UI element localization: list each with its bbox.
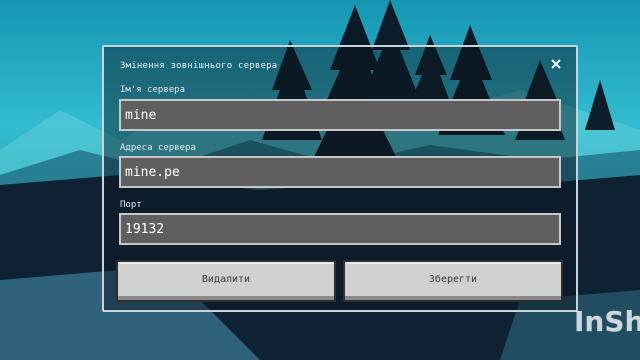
save-button[interactable]: Зберегти [343, 260, 563, 302]
server-address-label: Адреса сервера [120, 143, 196, 153]
port-label: Порт [120, 200, 142, 210]
port-input[interactable]: 19132 [119, 213, 561, 245]
close-icon[interactable] [550, 58, 562, 70]
delete-button[interactable]: Видалити [116, 260, 336, 302]
dialog-title: Змінення зовнішнього сервера [120, 61, 278, 71]
server-name-input[interactable]: mine [119, 99, 561, 131]
watermark-text: InSh [574, 305, 640, 338]
server-address-input[interactable]: mine.pe [119, 156, 561, 188]
edit-server-dialog: Змінення зовнішнього сервера Ім'я сервер… [102, 45, 578, 312]
server-name-label: Ім'я сервера [120, 85, 186, 95]
close-icon-glyph [551, 59, 561, 69]
